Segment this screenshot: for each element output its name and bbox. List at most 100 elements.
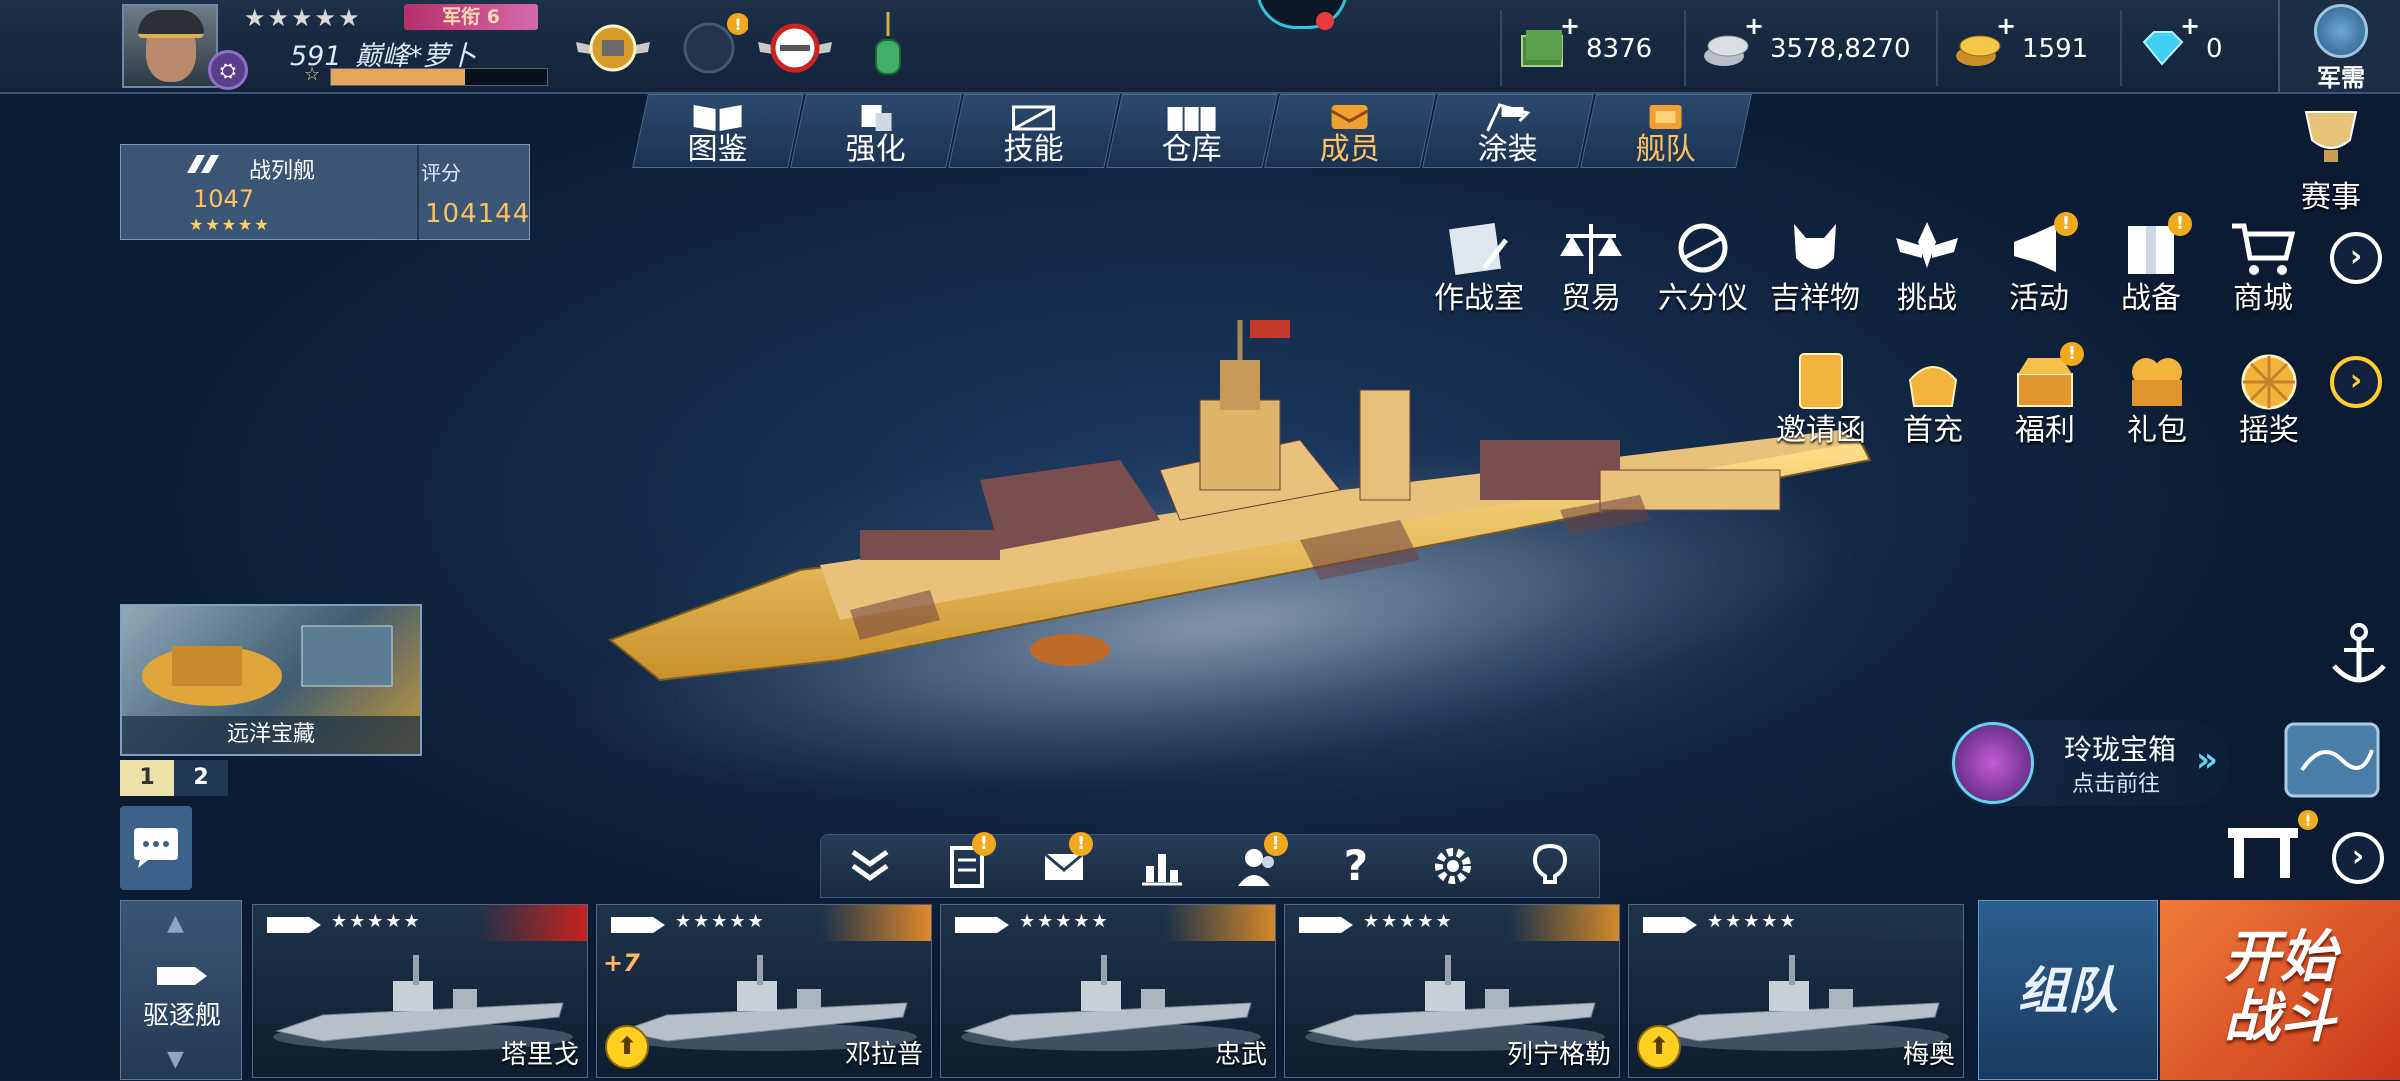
battleship-model[interactable] (600, 320, 1880, 740)
collapse-button[interactable] (845, 842, 895, 890)
hint-button[interactable] (1525, 842, 1575, 890)
menu-label: 吉祥物 (1770, 281, 1860, 316)
task-badge: ! (971, 832, 996, 856)
battleship-class-icon (187, 155, 219, 173)
xp-bar (330, 68, 548, 86)
invitation-button[interactable]: 邀请函 (1766, 350, 1876, 448)
resource-silver[interactable]: + 3578,8270 (1684, 10, 1940, 86)
warehouse-icon (1167, 107, 1216, 131)
mail-button[interactable]: ! (1039, 832, 1094, 890)
card-stars: ★★★★★ (1363, 911, 1454, 932)
lottery-icon (2241, 354, 2297, 410)
ship-card[interactable]: ★★★★★ 塔里戈 (252, 904, 588, 1078)
resource-gold[interactable]: + 1591 (1936, 10, 2112, 86)
tab-collection[interactable]: 图鉴 (632, 94, 804, 168)
notification-dot (1316, 12, 1334, 30)
tab-fleet[interactable]: 舰队 (1580, 94, 1752, 168)
supply-label: 军需 (2317, 64, 2365, 92)
events-button[interactable]: 赛事 (2276, 106, 2386, 216)
supply-button[interactable]: 军需 (2278, 0, 2400, 92)
map-icon[interactable] (2282, 720, 2382, 800)
ship-name: 邓拉普 (844, 1040, 923, 1070)
ship-card[interactable]: ★★★★★ 梅奥 ⬆ (1628, 904, 1964, 1078)
destroyer-class-icon (1643, 917, 1697, 933)
upgrade-arrow-icon[interactable]: ⬆ (1637, 1025, 1681, 1069)
gift-pack-button[interactable]: 礼包 (2102, 350, 2212, 448)
tab-label: 图鉴 (687, 132, 748, 167)
tab-paint[interactable]: 涂装 (1422, 94, 1594, 168)
challenge-icon (1896, 222, 1958, 268)
avatar[interactable] (122, 4, 218, 88)
ship-type-label: 驱逐舰 (142, 1001, 221, 1031)
linglong-chest-button[interactable]: 玲珑宝箱 点击前往 » (1950, 720, 2230, 806)
shop-button[interactable]: 商城 (2208, 218, 2318, 316)
ocean-treasure-banner[interactable]: 远洋宝藏 (120, 604, 422, 756)
resource-cash[interactable]: + 8376 (1500, 10, 1676, 86)
top-bar: ⛭ ★★★★★ 军衔 6 591_巅峰*萝卜 ☆ ! + 8376 + 3578… (0, 0, 2400, 94)
friends-button[interactable]: ! (1234, 832, 1288, 890)
dock-crane-icon[interactable]: ! (2218, 808, 2318, 884)
top-pod (1256, 0, 1348, 29)
ship-card[interactable]: ★★★★★ 列宁格勒 (1284, 904, 1620, 1078)
rank-tag: 军衔 6 (404, 4, 538, 30)
upgrade-arrow-icon[interactable]: ⬆ (605, 1025, 649, 1069)
settings-button[interactable] (1428, 842, 1478, 890)
tab-label: 强化 (845, 132, 906, 167)
welfare-badge: ! (2060, 342, 2084, 366)
card-accent (821, 905, 931, 941)
scroll-down-icon[interactable]: ▼ (167, 1047, 184, 1072)
ship-info-panel[interactable]: 战列舰 1047 ★★★★★ 评分 104144 (120, 144, 530, 241)
rank-badge-icon: ⛭ (208, 50, 248, 90)
add-gold-icon[interactable]: + (1996, 12, 2016, 40)
welfare-button[interactable]: 福利 ! (1990, 342, 2100, 448)
more-rewards-arrow[interactable]: › (2330, 356, 2382, 408)
medal-green-icon[interactable] (866, 12, 910, 80)
resource-diamond[interactable]: + 0 (2120, 10, 2276, 86)
team-button[interactable]: 组队 (1978, 900, 2158, 1080)
trade-button[interactable]: 贸易 (1536, 218, 1646, 316)
tab-crew[interactable]: 成员 (1264, 94, 1436, 168)
add-diamond-icon[interactable]: + (2180, 12, 2200, 40)
tab-enhance[interactable]: 强化 (790, 94, 962, 168)
medal-wings-icon[interactable] (574, 12, 652, 80)
first-charge-icon (1908, 366, 1958, 407)
add-cash-icon[interactable]: + (1560, 12, 1580, 40)
scroll-up-icon[interactable]: ▲ (167, 911, 184, 936)
lottery-button[interactable]: 摇奖 (2214, 350, 2324, 448)
ship-stars: ★★★★★ (189, 215, 271, 234)
activity-button[interactable]: 活动 ! (1984, 212, 2094, 316)
ranking-button[interactable] (1136, 842, 1186, 890)
ship-card[interactable]: ★★★★★ 邓拉普 +7 ⬆ (596, 904, 932, 1078)
diamond-icon (2142, 31, 2184, 66)
task-button[interactable]: ! (942, 832, 996, 890)
silver-value: 3578,8270 (1770, 34, 1911, 64)
ship-type-selector[interactable]: ▲ 驱逐舰 ▼ (120, 900, 242, 1080)
anchor-icon[interactable] (2328, 622, 2390, 692)
collapse-icon (851, 849, 889, 882)
add-silver-icon[interactable]: + (1744, 12, 1764, 40)
xp-bar-fill (331, 69, 465, 85)
war-prep-button[interactable]: 战备 ! (2096, 212, 2206, 316)
pager-1[interactable]: 1 (120, 760, 174, 796)
first-charge-button[interactable]: 首充 (1878, 350, 1988, 448)
tab-warehouse[interactable]: 仓库 (1106, 94, 1278, 168)
cash-value: 8376 (1586, 34, 1653, 64)
chat-button[interactable] (120, 806, 192, 890)
dock-arrow[interactable]: › (2332, 832, 2384, 884)
ship-name: 忠武 (1214, 1040, 1267, 1070)
pager-2[interactable]: 2 (174, 760, 228, 796)
mascot-button[interactable]: 吉祥物 (1760, 218, 1870, 316)
start-battle-button[interactable]: 开始战斗 (2160, 900, 2400, 1080)
medal-wings-red-icon[interactable] (756, 12, 834, 80)
war-room-button[interactable]: 作战室 (1424, 218, 1534, 316)
sextant-button[interactable]: 六分仪 (1648, 218, 1758, 316)
help-button[interactable]: ? (1331, 842, 1381, 890)
ship-level: 1047 (193, 185, 255, 213)
tab-skills[interactable]: 技能 (948, 94, 1120, 168)
medal-locked-icon[interactable]: ! (670, 12, 748, 80)
more-menu-arrow[interactable]: › (2330, 232, 2382, 284)
challenge-button[interactable]: 挑战 (1872, 218, 1982, 316)
ship-card[interactable]: ★★★★★ 忠武 (940, 904, 1276, 1078)
settings-icon (1435, 848, 1472, 884)
cash-icon (1521, 30, 1563, 67)
